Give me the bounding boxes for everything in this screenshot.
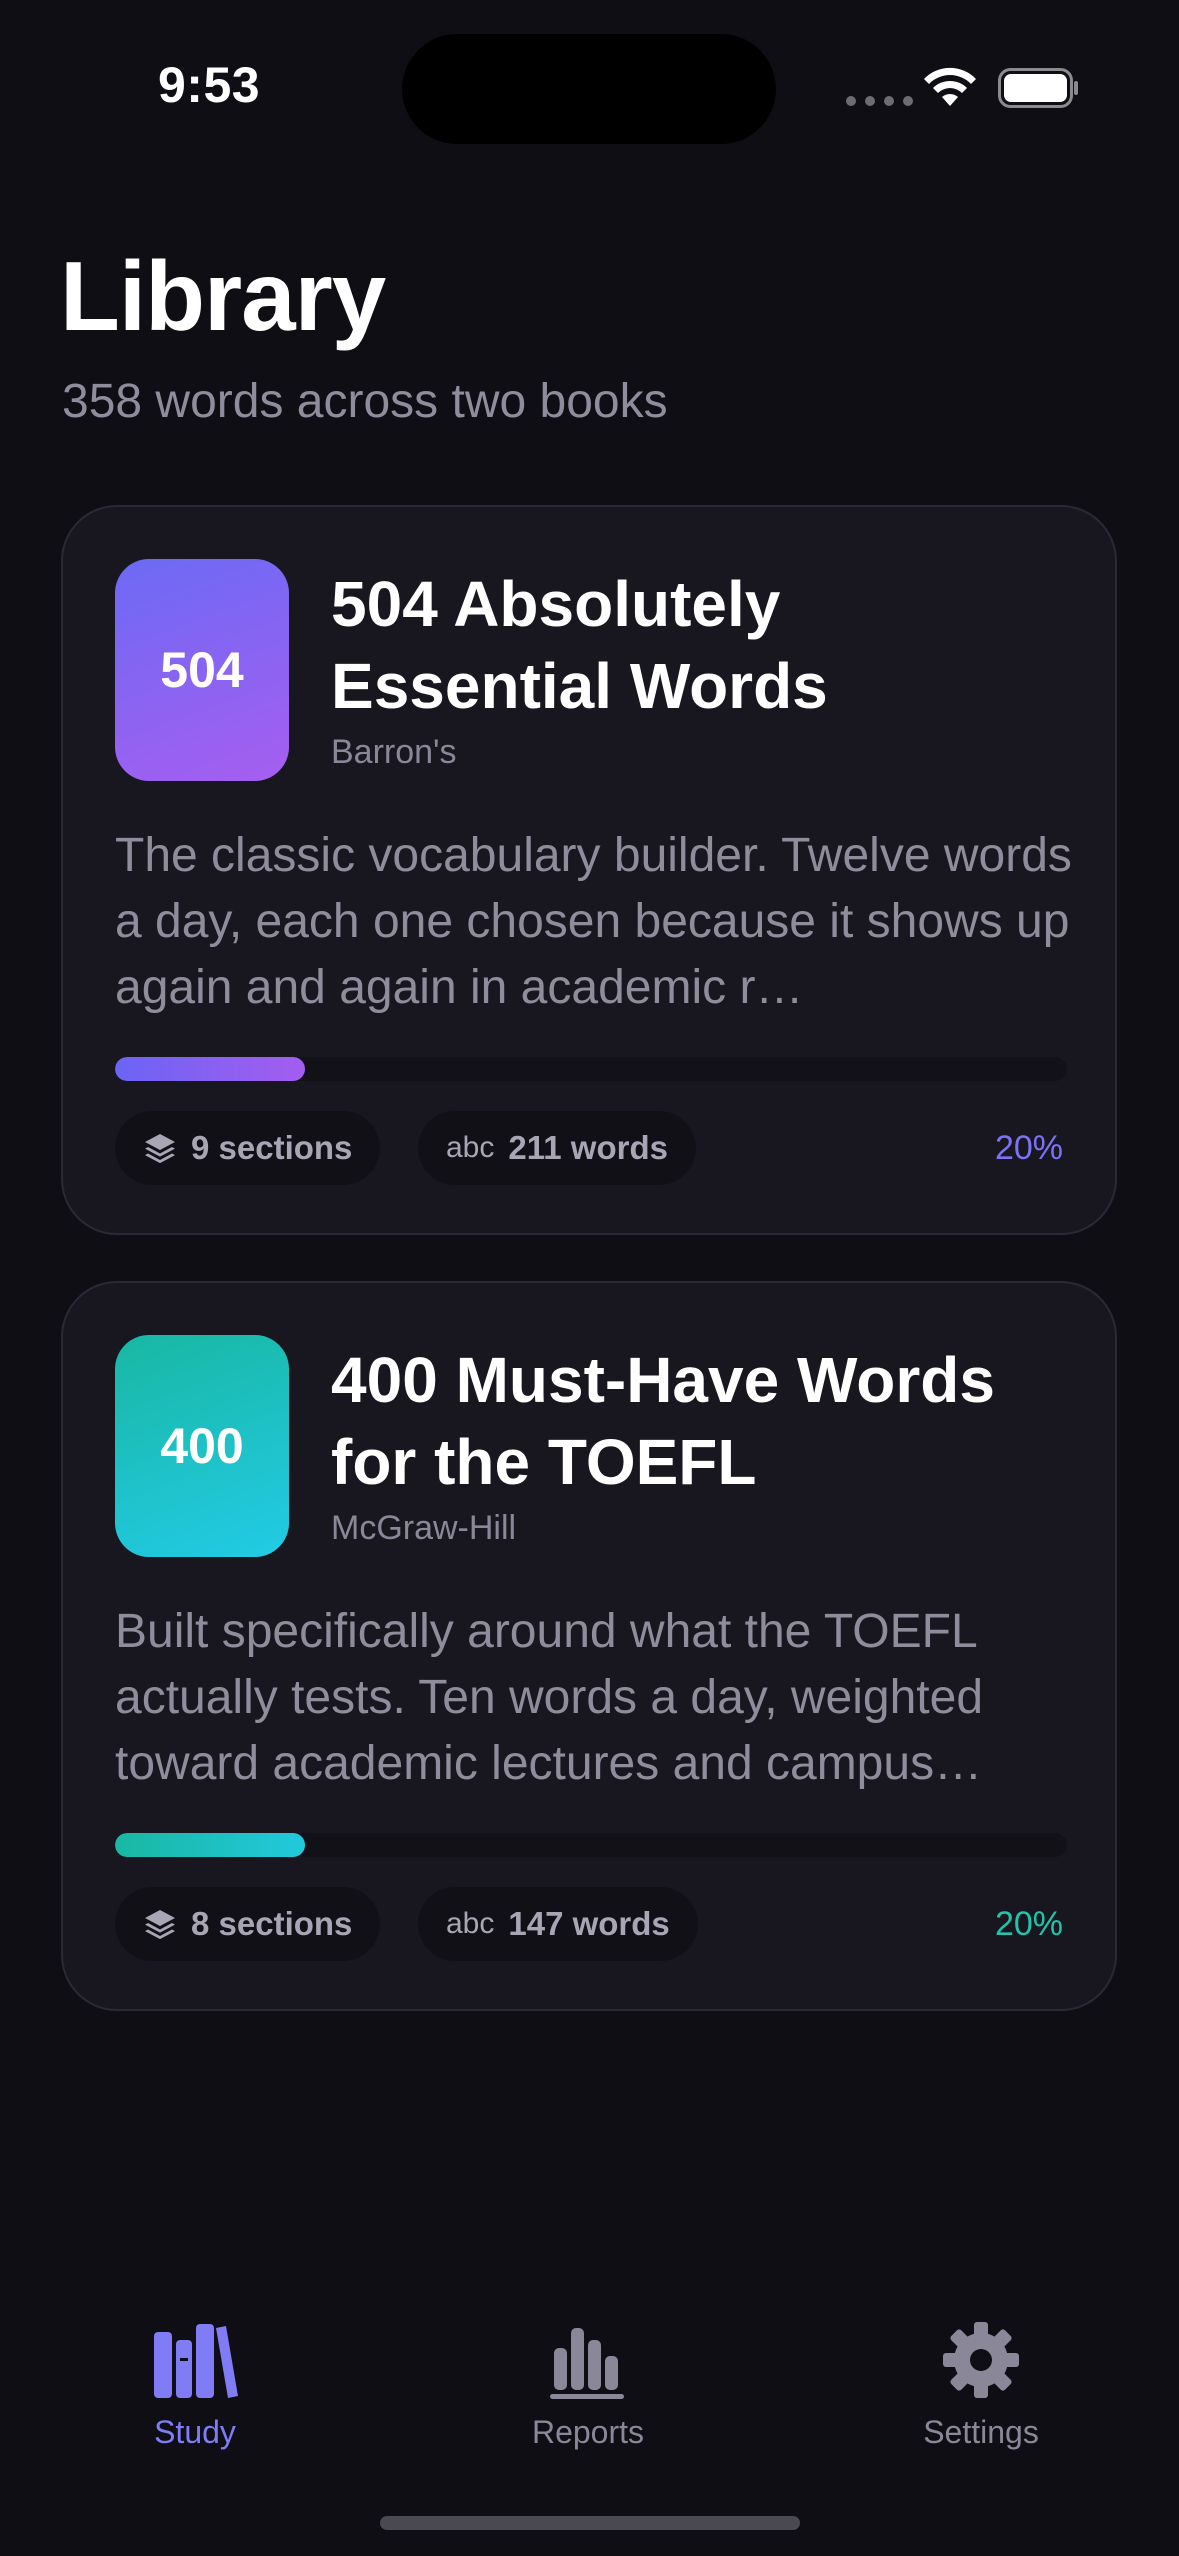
tab-study[interactable]: Study xyxy=(75,2318,315,2458)
book-publisher: Barron's xyxy=(331,733,457,771)
abc-icon: abc xyxy=(446,1131,495,1164)
battery-icon xyxy=(998,68,1078,108)
book-title: 400 Must-Have Words for the TOEFL xyxy=(331,1344,995,1498)
bar-chart-icon xyxy=(550,2328,624,2399)
book-description: Built specifically around what the TOEFL… xyxy=(115,1605,984,1790)
progress-bar xyxy=(115,1057,1067,1081)
cellular-signal-icon xyxy=(846,96,913,106)
book-card-504[interactable]: 504 504 Absolutely Essential Words Barro… xyxy=(61,505,1117,1235)
words-count: 211 words xyxy=(508,1129,668,1166)
tab-label: Settings xyxy=(923,2414,1039,2450)
sections-badge: 8 sections xyxy=(115,1887,381,1961)
tab-reports[interactable]: Reports xyxy=(468,2318,708,2458)
layers-icon xyxy=(145,1134,175,1164)
page-subtitle: 358 words across two books xyxy=(62,375,668,428)
tab-settings[interactable]: Settings xyxy=(861,2318,1101,2458)
book-description: The classic vocabulary builder. Twelve w… xyxy=(115,829,1072,1014)
progress-bar xyxy=(115,1833,1067,1857)
page-title: Library xyxy=(60,241,386,351)
tab-label: Reports xyxy=(531,2414,645,2450)
progress-percent: 20% xyxy=(994,1905,1063,1943)
library-screen: 9:53 Library 358 words across two books … xyxy=(0,0,1179,2556)
progress-fill xyxy=(115,1833,306,1857)
book-title: 504 Absolutely Essential Words xyxy=(331,568,828,722)
abc-icon: abc xyxy=(446,1907,495,1940)
words-badge: abc 147 words xyxy=(418,1887,698,1961)
book-card-400[interactable]: 400 400 Must-Have Words for the TOEFL Mc… xyxy=(61,1281,1117,2011)
dynamic-island xyxy=(402,34,776,144)
sections-count: 9 sections xyxy=(191,1129,353,1166)
progress-fill xyxy=(115,1057,306,1081)
words-badge: abc 211 words xyxy=(418,1111,696,1185)
sections-count: 8 sections xyxy=(191,1905,353,1942)
book-cover: 504 xyxy=(115,559,289,781)
books-icon xyxy=(154,2324,238,2398)
gear-icon xyxy=(943,2322,1019,2398)
progress-percent: 20% xyxy=(994,1129,1063,1167)
words-count: 147 words xyxy=(508,1905,670,1942)
book-cover: 400 xyxy=(115,1335,289,1557)
layers-icon xyxy=(145,1910,175,1940)
status-time: 9:53 xyxy=(158,57,261,113)
sections-badge: 9 sections xyxy=(115,1111,381,1185)
wifi-icon xyxy=(924,67,976,106)
home-indicator[interactable] xyxy=(380,2516,800,2530)
book-publisher: McGraw-Hill xyxy=(331,1509,517,1547)
tab-label: Study xyxy=(154,2414,236,2450)
